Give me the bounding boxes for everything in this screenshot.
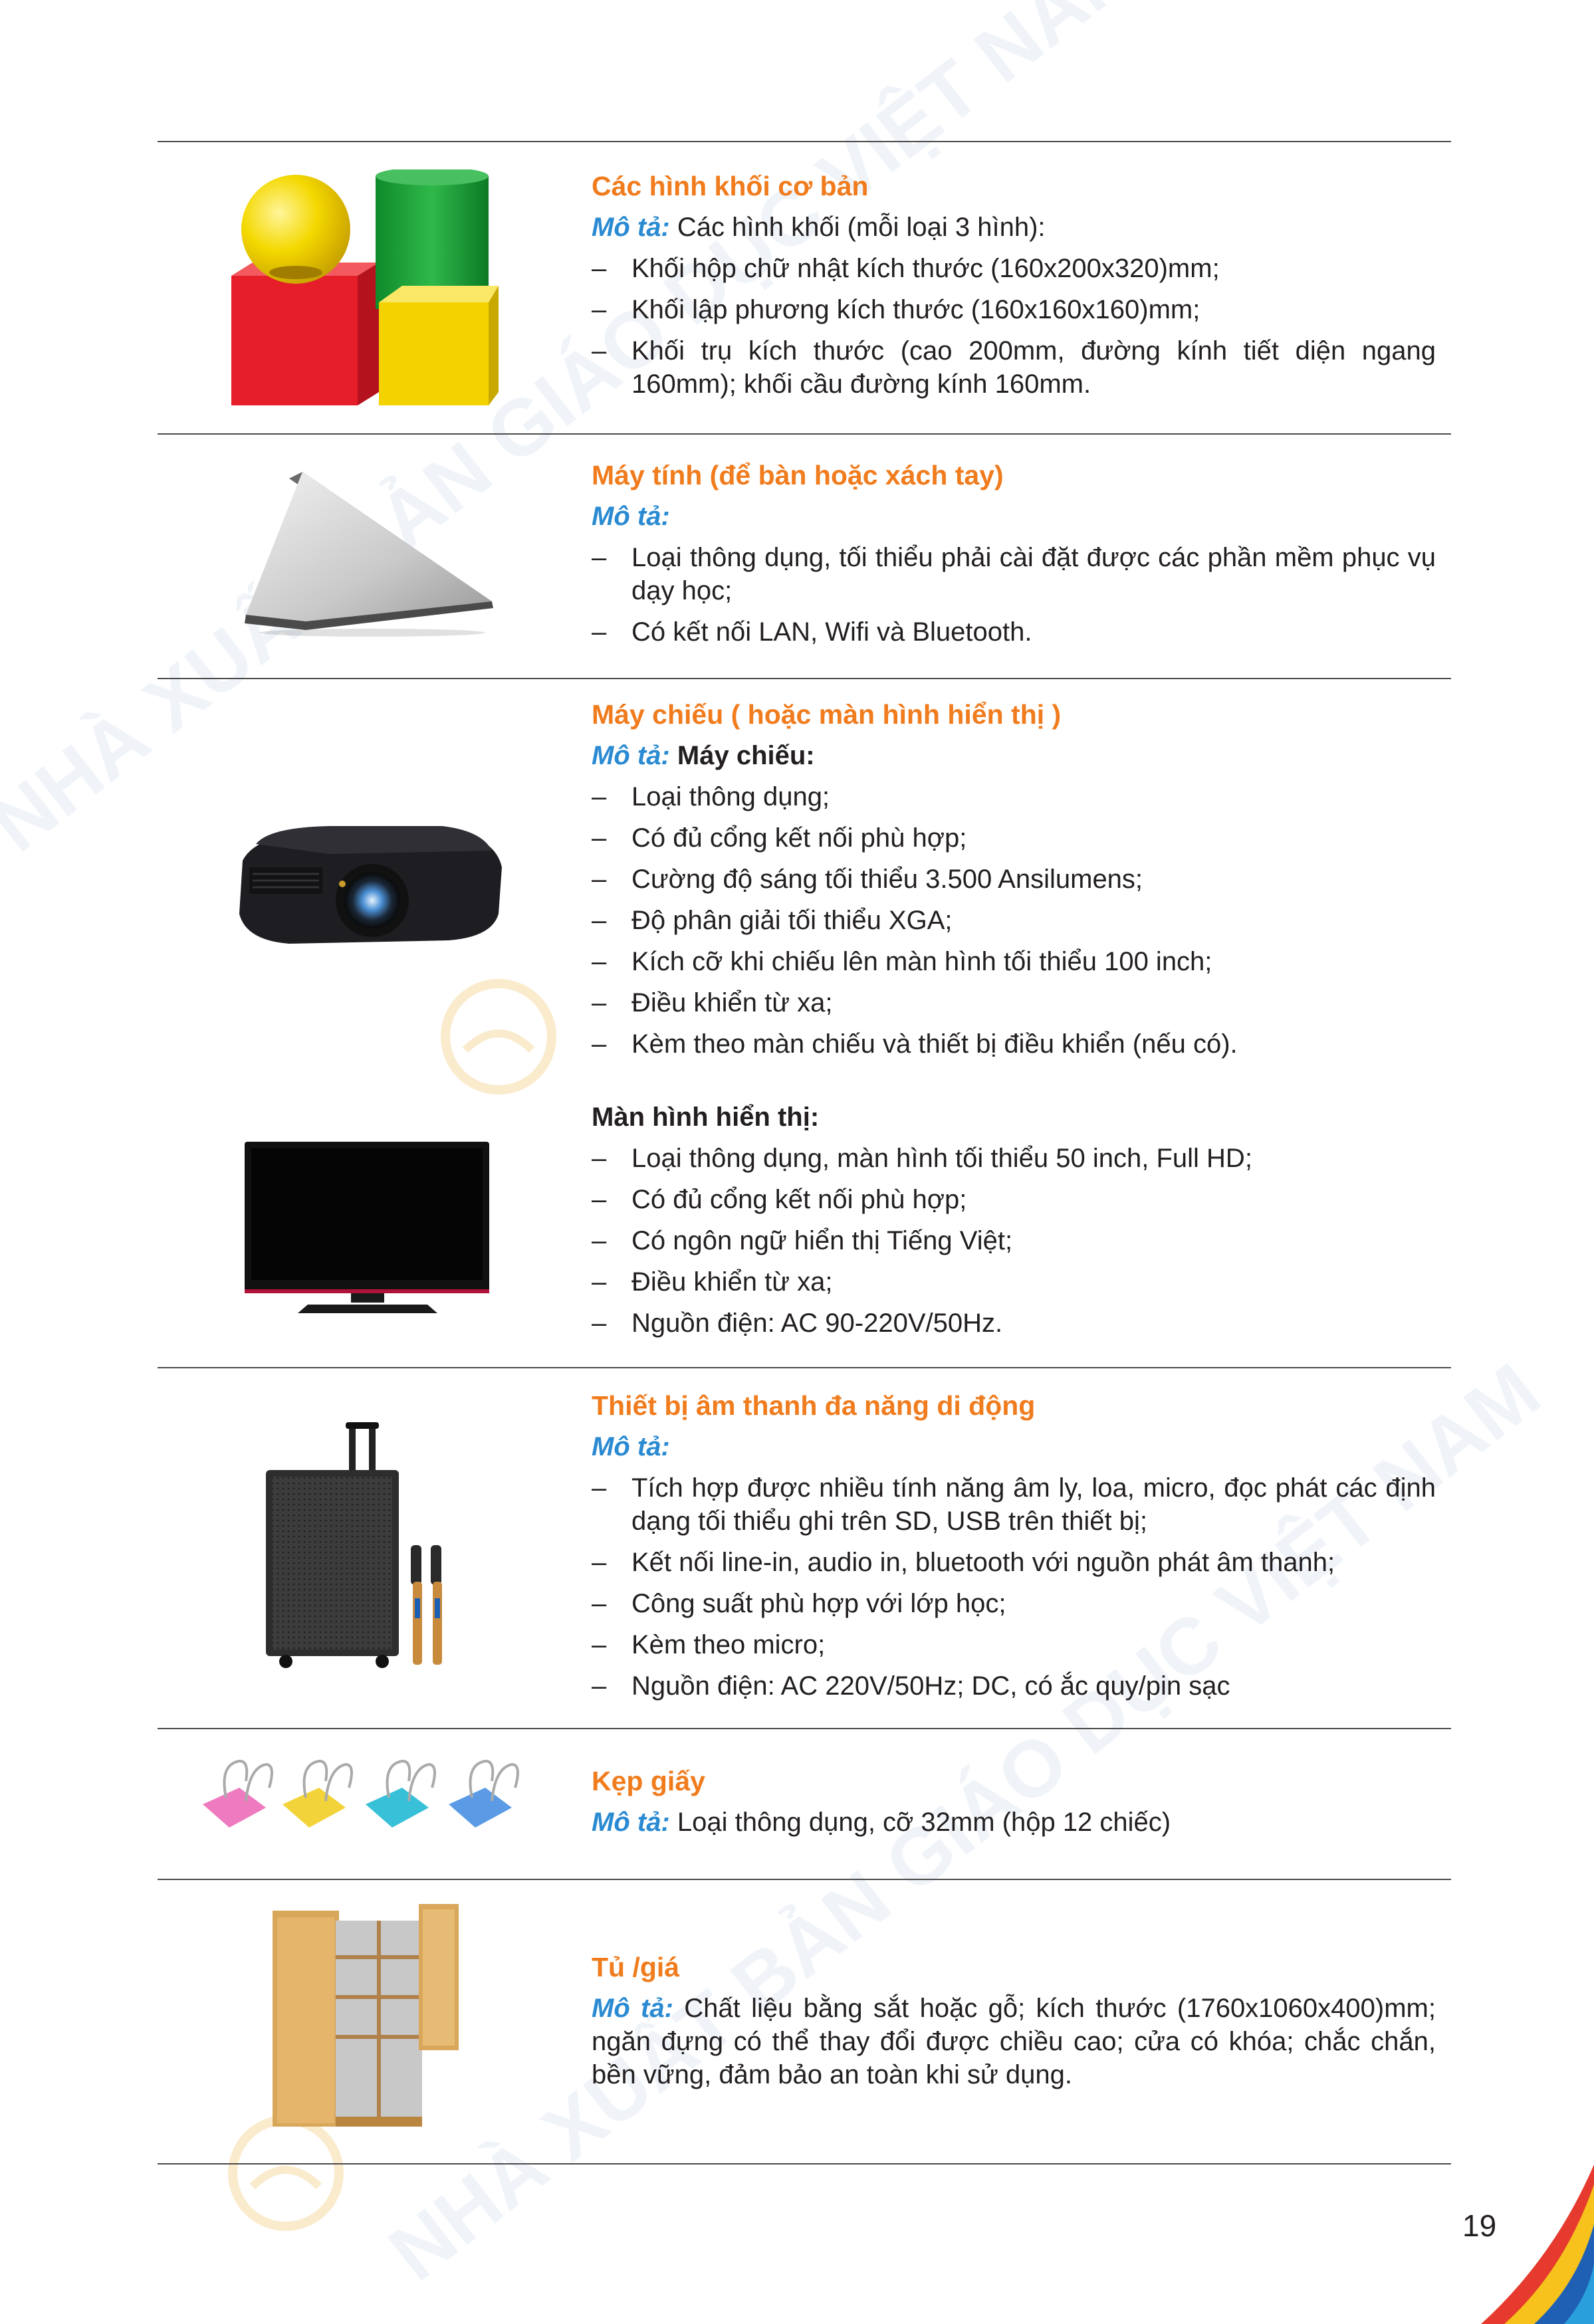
item-title: Máy tính (để bàn hoặc xách tay): [592, 460, 1004, 490]
description-label: Mô tả:: [592, 1994, 673, 2023]
spec-item: Có đủ cổng kết nối phù hợp;: [592, 1183, 1436, 1216]
spec-item: Loại thông dụng, màn hình tối thiểu 50 i…: [592, 1142, 1436, 1175]
description-text: Chất liệu bằng sắt hoặc gỗ; kích thước (…: [592, 1994, 1436, 2089]
item-description: Mô tả:: [592, 500, 1436, 533]
row-divider: [158, 678, 1451, 679]
row-divider: [158, 1728, 1451, 1729]
spec-item: Kèm theo micro;: [592, 1628, 1436, 1661]
item-computer: Máy tính (để bàn hoặc xách tay) Mô tả: L…: [592, 459, 1436, 657]
spec-item: Khối trụ kích thước (cao 200mm, đường kí…: [592, 334, 1436, 401]
item-description: Mô tả: Máy chiếu:: [592, 739, 1436, 772]
spec-item: Tích hợp được nhiều tính năng âm ly, loa…: [592, 1471, 1436, 1538]
item-cabinet: Tủ /giá Mô tả: Chất liệu bằng sắt hoặc g…: [592, 1951, 1436, 2099]
item-title: Các hình khối cơ bản: [592, 171, 869, 201]
spec-item: Điều khiển từ xa;: [592, 986, 1436, 1019]
item-basic-shapes: Các hình khối cơ bản Mô tả: Các hình khố…: [592, 169, 1436, 409]
description-label: Mô tả:: [592, 741, 670, 770]
item-description: Mô tả: Loại thông dụng, cỡ 32mm (hộp 12 …: [592, 1806, 1436, 1839]
projector-spec-list: Loại thông dụng; Có đủ cổng kết nối phù …: [592, 780, 1436, 1061]
spec-item: Khối hộp chữ nhật kích thước (160x200x32…: [592, 252, 1436, 285]
item-description: Mô tả:: [592, 1430, 1436, 1463]
description-label: Mô tả:: [592, 1808, 670, 1837]
spec-item: Công suất phù hợp với lớp học;: [592, 1587, 1436, 1620]
item-projector-display: Máy chiếu ( hoặc màn hình hiển thị ) Mô …: [592, 698, 1436, 1348]
item-description: Mô tả: Chất liệu bằng sắt hoặc gỗ; kích …: [592, 1992, 1436, 2091]
display-screen-image: [245, 1142, 489, 1313]
item-binder-clips: Kẹp giấy Mô tả: Loại thông dụng, cỡ 32mm…: [592, 1764, 1436, 1847]
description-label: Mô tả:: [592, 213, 670, 242]
spec-item: Có ngôn ngữ hiển thị Tiếng Việt;: [592, 1224, 1436, 1257]
display-heading: Màn hình hiển thị:: [592, 1103, 820, 1132]
row-divider: [158, 1879, 1451, 1880]
portable-speaker-image: [266, 1422, 442, 1668]
item-title: Thiết bị âm thanh đa năng di động: [592, 1390, 1036, 1421]
laptop-image: [245, 472, 493, 637]
item-title: Máy chiếu ( hoặc màn hình hiển thị ): [592, 699, 1062, 730]
corner-ribbon-decoration: [1481, 2165, 1594, 2324]
basic-shapes-image: [231, 169, 499, 405]
row-divider: [158, 141, 1451, 142]
spec-item: Độ phân giải tối thiểu XGA;: [592, 904, 1436, 937]
spec-item: Có đủ cổng kết nối phù hợp;: [592, 821, 1436, 855]
spec-item: Khối lập phương kích thước (160x160x160)…: [592, 293, 1436, 326]
spec-item: Loại thông dụng, tối thiểu phải cài đặt …: [592, 541, 1436, 607]
spec-item: Kích cỡ khi chiếu lên màn hình tối thiểu…: [592, 945, 1436, 978]
row-divider: [158, 2163, 1451, 2165]
item-portable-speaker: Thiết bị âm thanh đa năng di động Mô tả:…: [592, 1389, 1436, 1711]
spec-item: Có kết nối LAN, Wifi và Bluetooth.: [592, 615, 1436, 649]
item-description: Mô tả: Các hình khối (mỗi loại 3 hình):: [592, 211, 1436, 244]
spec-list: Khối hộp chữ nhật kích thước (160x200x32…: [592, 252, 1436, 401]
spec-item: Loại thông dụng;: [592, 780, 1436, 813]
spec-list: Loại thông dụng, tối thiểu phải cài đặt …: [592, 541, 1436, 649]
page-number: 19: [1462, 2208, 1497, 2243]
row-divider: [158, 1367, 1451, 1368]
publisher-logo-watermark: [441, 979, 556, 1095]
publisher-logo-watermark: [228, 2115, 344, 2231]
description-label: Mô tả:: [592, 1432, 670, 1461]
spec-item: Điều khiển từ xa;: [592, 1265, 1436, 1299]
item-title: Tủ /giá: [592, 1952, 680, 1982]
wooden-cabinet-image: [273, 1904, 459, 2127]
binder-clips-image: [203, 1760, 519, 1828]
spec-list: Tích hợp được nhiều tính năng âm ly, loa…: [592, 1471, 1436, 1703]
description-text: Loại thông dụng, cỡ 32mm (hộp 12 chiếc): [677, 1808, 1171, 1837]
item-title: Kẹp giấy: [592, 1766, 705, 1796]
row-divider: [158, 433, 1451, 435]
spec-item: Cường độ sáng tối thiểu 3.500 Ansilumens…: [592, 863, 1436, 896]
projector-image: [239, 826, 502, 944]
description-text: Các hình khối (mỗi loại 3 hình):: [677, 213, 1046, 242]
spec-item: Kèm theo màn chiếu và thiết bị điều khiể…: [592, 1027, 1436, 1061]
spec-item: Nguồn điện: AC 90-220V/50Hz.: [592, 1307, 1436, 1340]
description-label: Mô tả:: [592, 502, 670, 531]
display-spec-list: Loại thông dụng, màn hình tối thiểu 50 i…: [592, 1142, 1436, 1340]
spec-item: Nguồn điện: AC 220V/50Hz; DC, có ắc quy/…: [592, 1669, 1436, 1703]
projector-heading: Máy chiếu:: [677, 741, 815, 770]
spec-item: Kết nối line-in, audio in, bluetooth với…: [592, 1546, 1436, 1579]
